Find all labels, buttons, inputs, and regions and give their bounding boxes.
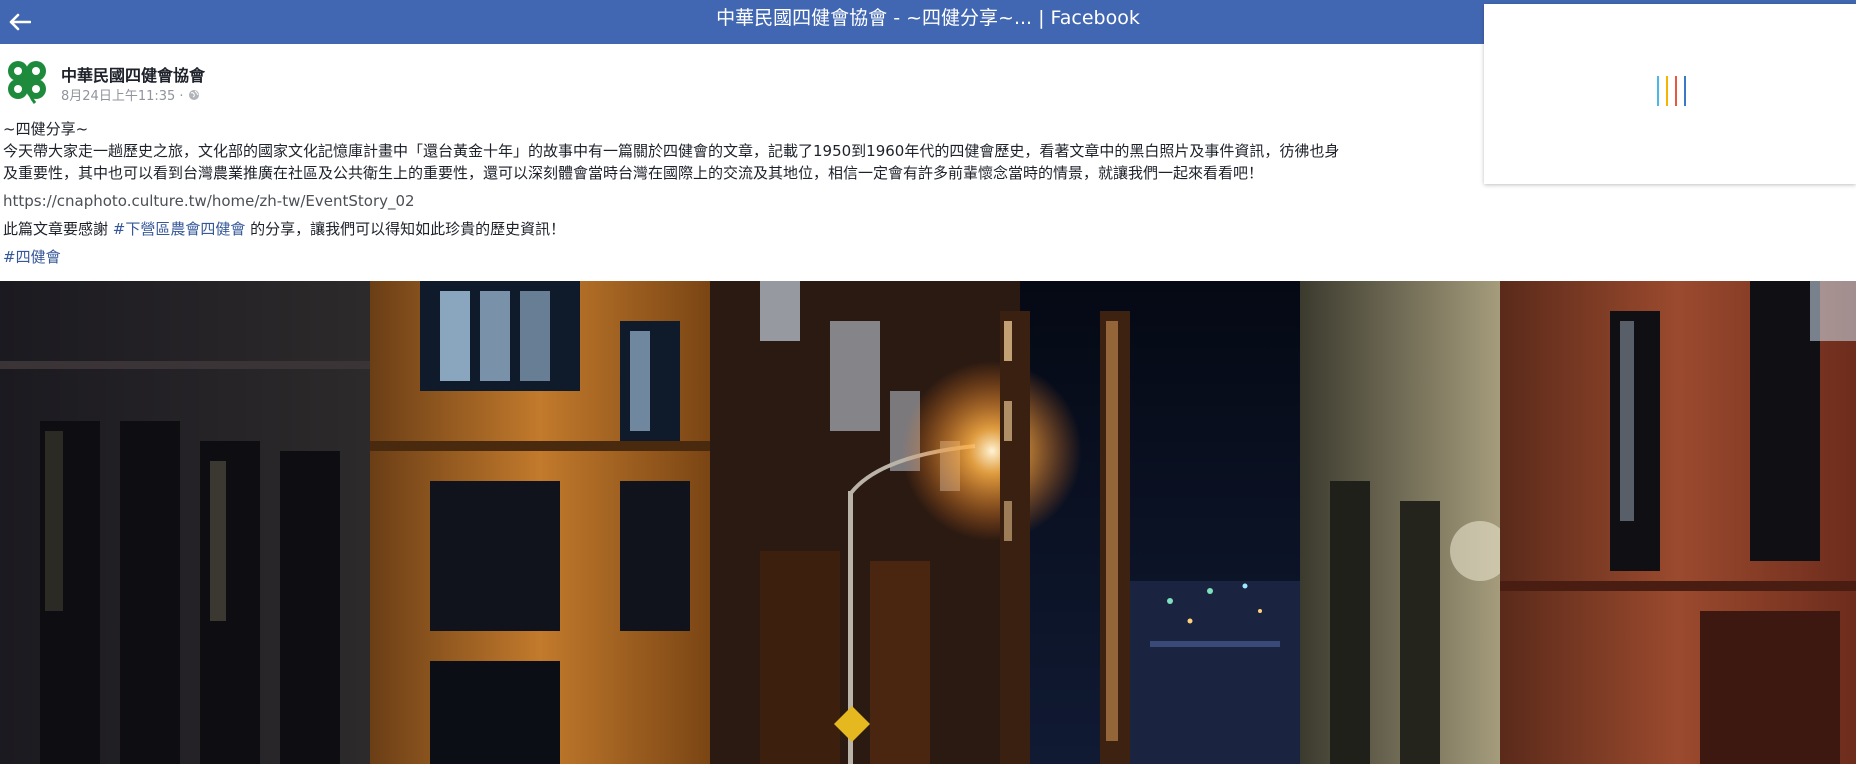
post-timestamp[interactable]: 8月24日上午11:35 · (61, 85, 184, 104)
thanks-suffix: 的分享，讓我們可以得知如此珍貴的歷史資訊！ (245, 220, 566, 238)
post-url[interactable]: https://cnaphoto.culture.tw/home/zh-tw/E… (3, 192, 415, 210)
loader-bar (1657, 76, 1659, 106)
hashtag-link[interactable]: #四健會 (3, 248, 61, 266)
page-name-link[interactable]: 中華民國四健會協會 (61, 62, 205, 86)
globe-icon (188, 89, 199, 100)
hashtag-link[interactable]: #下營區農會四健會 (113, 220, 246, 238)
post-text-line: 及重要性，其中也可以看到台灣農業推廣在社區及公共衛生上的重要性，還可以深刻體會當… (3, 164, 1264, 182)
thanks-prefix: 此篇文章要感謝 (3, 220, 113, 238)
post-header: 中華民國四健會協會 8月24日上午11:35 · (0, 50, 1400, 110)
post-heading: ~四健分享~ (3, 120, 89, 138)
hashtag-line: #四健會 (3, 246, 1483, 268)
loader-bar (1675, 76, 1677, 106)
post-meta: 8月24日上午11:35 · (61, 85, 200, 104)
post-body: ~四健分享~ 今天帶大家走一趟歷史之旅，文化部的國家文化記憶庫計畫中「還台黃金十… (3, 118, 1483, 268)
loader-bar (1684, 76, 1686, 106)
street-night-photo (0, 281, 1856, 764)
loading-overlay (1484, 4, 1856, 184)
page-avatar[interactable] (2, 56, 52, 106)
thanks-line: 此篇文章要感謝 #下營區農會四健會 的分享，讓我們可以得知如此珍貴的歷史資訊！ (3, 218, 1483, 240)
four-leaf-clover-logo (2, 56, 52, 106)
post-photo[interactable] (0, 281, 1856, 764)
post-text-line: 今天帶大家走一趟歷史之旅，文化部的國家文化記憶庫計畫中「還台黃金十年」的故事中有… (3, 142, 1340, 160)
loading-spinner-icon (1657, 76, 1686, 106)
loader-bar (1666, 76, 1668, 106)
post-url-link[interactable]: https://cnaphoto.culture.tw/home/zh-tw/E… (3, 190, 1483, 212)
